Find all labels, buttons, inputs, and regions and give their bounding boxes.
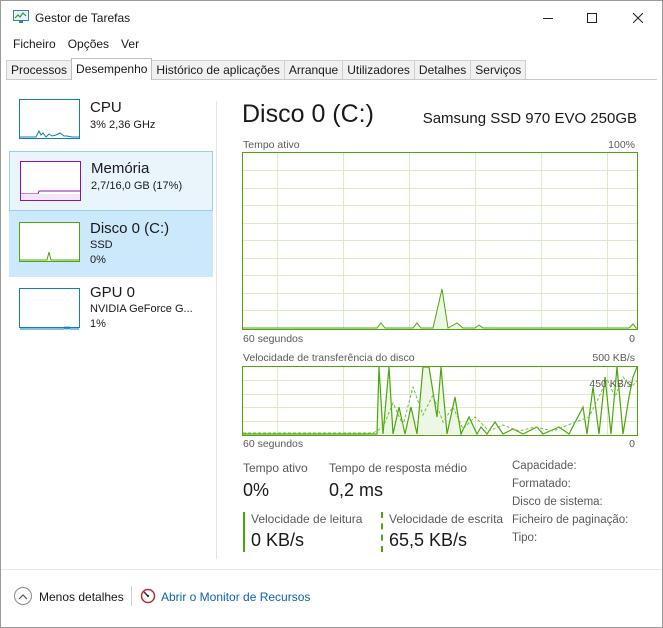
tab-performance[interactable]: Desempenho	[71, 58, 153, 80]
gpu-thumbnail-graph	[19, 288, 80, 331]
write-speed-value: 65,5 KB/s	[389, 530, 468, 550]
menu-options[interactable]: Opções	[62, 35, 115, 55]
formatted-label: Formatado:	[512, 478, 571, 490]
gpu-model: NVIDIA GeForce G...	[90, 303, 193, 315]
read-speed-value: 0 KB/s	[251, 530, 305, 550]
maximize-button[interactable]	[569, 1, 615, 35]
footer-divider	[1, 569, 662, 570]
tab-bar: Processos Desempenho Histórico de aplica…	[6, 58, 527, 80]
task-manager-app-icon	[13, 10, 29, 24]
resource-gpu-0[interactable]: GPU 0 NVIDIA GeForce G... 1%	[9, 279, 213, 343]
transfer-graph-min: 0	[629, 438, 635, 450]
tab-app-history[interactable]: Histórico de aplicações	[151, 60, 285, 80]
active-time-graph-max: 100%	[608, 139, 635, 151]
title-bar: Gestor de Tarefas	[1, 1, 662, 35]
close-button[interactable]	[615, 1, 661, 35]
memory-thumbnail-graph	[20, 161, 81, 201]
active-time-graph	[242, 152, 638, 330]
resource-list: CPU 3% 2,36 GHz Memória 2,7/16,0 GB (17%…	[9, 89, 214, 569]
transfer-rate-graph	[242, 366, 638, 437]
type-label: Tipo:	[512, 532, 538, 544]
fewer-details-link[interactable]: Menos detalhes	[39, 590, 124, 604]
resource-memory[interactable]: Memória 2,7/16,0 GB (17%)	[9, 151, 213, 211]
tab-users[interactable]: Utilizadores	[342, 60, 415, 80]
write-speed-indicator	[381, 512, 383, 552]
tab-startup[interactable]: Arranque	[283, 60, 344, 80]
page-file-label: Ficheiro de paginação:	[512, 514, 629, 526]
window-title: Gestor de Tarefas	[35, 11, 131, 25]
active-time-label: Tempo ativo	[243, 461, 308, 475]
menu-bar: Ficheiro Opções Ver	[1, 35, 145, 55]
gpu-name: GPU 0	[90, 284, 136, 301]
panel-divider	[216, 101, 217, 559]
disk-type: SSD	[90, 239, 113, 251]
resource-disk-0[interactable]: Disco 0 (C:) SSD 0%	[9, 211, 213, 277]
cpu-thumbnail-graph	[19, 99, 80, 139]
tab-details[interactable]: Detalhes	[413, 60, 472, 80]
fewer-details-button[interactable]	[14, 587, 32, 605]
system-disk-label: Disco de sistema:	[512, 496, 603, 508]
transfer-graph-label: Velocidade de transferência do disco	[243, 352, 415, 364]
disk-title: Disco 0 (C:)	[242, 100, 374, 128]
memory-usage: 2,7/16,0 GB (17%)	[91, 180, 183, 192]
minimize-button[interactable]	[525, 1, 571, 35]
disk-name: Disco 0 (C:)	[90, 220, 170, 237]
open-resource-monitor-link[interactable]: Abrir o Monitor de Recursos	[161, 590, 310, 604]
capacity-label: Capacidade:	[512, 460, 577, 472]
read-speed-indicator	[243, 512, 245, 552]
gpu-usage: 1%	[90, 318, 106, 330]
menu-view[interactable]: Ver	[115, 35, 145, 55]
footer-separator	[131, 586, 132, 606]
memory-name: Memória	[91, 160, 150, 177]
fewer-details-label: Menos detalhes	[39, 590, 124, 604]
resource-cpu[interactable]: CPU 3% 2,36 GHz	[9, 89, 213, 151]
tab-processes[interactable]: Processos	[6, 60, 73, 80]
task-manager-window: Gestor de Tarefas Ficheiro Opções Ver Pr…	[0, 0, 663, 628]
resource-monitor-icon[interactable]	[140, 588, 156, 604]
disk-usage: 0%	[90, 254, 106, 266]
chevron-up-icon	[18, 593, 28, 599]
active-time-graph-label: Tempo ativo	[243, 139, 300, 151]
response-time-label: Tempo de resposta médio	[329, 461, 468, 475]
maximize-icon	[587, 13, 597, 23]
active-time-value: 0%	[243, 480, 270, 500]
minimize-icon	[543, 18, 553, 19]
close-icon	[633, 13, 643, 23]
disk-thumbnail-graph	[19, 222, 80, 262]
transfer-graph-time: 60 segundos	[243, 438, 304, 450]
transfer-graph-secondary-max: 450 KB/s	[589, 378, 632, 390]
active-time-graph-min: 0	[629, 333, 635, 345]
tab-services[interactable]: Serviços	[470, 60, 527, 80]
transfer-graph-max: 500 KB/s	[592, 352, 635, 364]
read-speed-label: Velocidade de leitura	[251, 512, 363, 526]
cpu-usage: 3% 2,36 GHz	[90, 119, 156, 131]
active-time-graph-time: 60 segundos	[243, 333, 304, 345]
disk-model: Samsung SSD 970 EVO 250GB	[422, 110, 637, 127]
write-speed-label: Velocidade de escrita	[389, 512, 504, 526]
menu-file[interactable]: Ficheiro	[7, 35, 62, 55]
cpu-name: CPU	[90, 99, 122, 116]
response-time-value: 0,2 ms	[329, 480, 384, 500]
